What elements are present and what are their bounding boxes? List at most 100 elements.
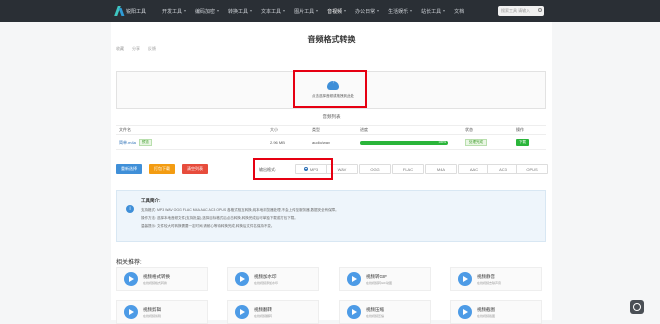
feedback-link[interactable]: 反馈 [148,46,156,52]
top-nav: 锐阳工具 开发工具 编码加密 转换工具 文本工具 图片工具 音视频 办公日常 生… [0,0,660,22]
file-name-cell: 简单.m4a 预览 [119,136,152,149]
recommend-desc: 在线视频转GIF动图 [366,281,392,285]
info-icon: i [126,205,134,213]
favorite-link[interactable]: 收藏 [116,46,124,52]
search-icon[interactable] [538,8,542,12]
logo-icon [116,5,124,17]
chevron-down-icon [410,10,413,12]
video-icon [235,305,249,319]
file-name: 简单.m4a [119,139,136,145]
nav-item-label: 文本工具 [261,8,282,15]
recommend-card[interactable]: 视频剪辑 在线视频剪辑 [116,300,208,324]
reselect-button[interactable]: 重新选择 [116,164,142,174]
col-header-type: 类型 [312,127,320,132]
nav-item-webmaster[interactable]: 站长工具 [421,8,446,15]
recommend-card[interactable]: 视频压缩 在线视频压缩 [339,300,431,324]
format-option-ac3[interactable]: AC3 [487,164,519,174]
file-type: audio/wav [312,140,331,145]
video-icon [458,272,472,286]
format-option-aac[interactable]: AAC [458,164,490,174]
highlight-box-upload [293,70,367,108]
page-meta: 收藏 分享 反馈 [116,46,164,52]
action-cell: 下载 [516,136,529,149]
progress-cell: 100% [360,136,448,149]
nav-item-label: 生活娱乐 [388,8,409,15]
nav-item-text[interactable]: 文本工具 [261,8,286,15]
video-icon [235,272,249,286]
progress-fill [360,140,448,145]
format-label: M4A [436,166,446,172]
download-button[interactable]: 下载 [516,139,529,146]
video-icon [347,272,361,286]
format-option-opus[interactable]: OPUS [516,164,548,174]
intro-line: 支持格式: MP3 WAV OGG FLAC M4A AAC AC3 OPUS … [141,208,339,212]
recommend-name: 视频转GIF [366,274,387,279]
col-header-size: 大小 [270,127,278,132]
status-cell: 处理完成 [465,136,487,149]
recommend-name: 视频截图 [477,307,495,312]
nav-item-label: 转换工具 [228,8,249,15]
recommend-desc: 在线视频剪辑 [143,314,162,318]
nav-item-encode[interactable]: 编码加密 [195,8,220,15]
col-header-progress: 进度 [360,127,368,132]
progress-bar: 100% [360,139,448,145]
nav-item-image[interactable]: 图片工具 [294,8,319,15]
nav-menu: 开发工具 编码加密 转换工具 文本工具 图片工具 音视频 办公日常 生活娱乐 站… [162,8,473,15]
recommend-name: 视频压缩 [366,307,384,312]
recommend-card[interactable]: 视频转GIF 在线视频转GIF动图 [339,267,431,291]
chevron-down-icon [443,10,446,12]
format-label: WAV [337,166,347,172]
col-header-name: 文件名 [119,127,131,132]
search-input[interactable]: 搜索工具 请输入 [498,6,544,16]
format-option-ogg[interactable]: OGG [359,164,391,174]
format-option-m4a[interactable]: M4A [425,164,457,174]
nav-item-label: 开发工具 [162,8,183,15]
recommend-title: 相关推荐: [116,260,142,266]
recommend-name: 视频静音 [477,274,495,279]
share-link[interactable]: 分享 [132,46,140,52]
recommend-card[interactable]: 视频静音 在线视频去除声音 [450,267,542,291]
recommend-card[interactable]: 视频格式转换 在线视频格式转换 [116,267,208,291]
tool-intro: i 工具简介: 支持格式: MP3 WAV OGG FLAC M4A AAC A… [116,190,546,242]
recommend-card[interactable]: 视频翻转 在线视频翻转 [227,300,319,324]
main-card: 音频格式转换 收藏 分享 反馈 点击选择音频或拖拽到此处 音频列表 文件名 大小… [111,22,552,324]
format-label: AAC [469,166,479,172]
file-table-header: 文件名 大小 类型 进度 状态 操作 [116,125,546,135]
nav-item-docs[interactable]: 文档 [454,8,464,15]
page-title: 音频格式转换 [307,35,356,44]
recommend-desc: 在线视频压缩 [366,314,385,318]
recommend-desc: 在线视频翻转 [254,314,273,318]
intro-line: 操作方法: 选择本地音频文件(支持批量),选择目标格式后点击转换,转换完成后可单… [141,216,298,220]
col-header-status: 状态 [465,127,473,132]
progress-text: 100% [438,139,446,144]
nav-item-convert[interactable]: 转换工具 [228,8,253,15]
format-label: FLAC [402,166,414,172]
chevron-down-icon [283,10,286,12]
pack-download-button[interactable]: 打包下载 [149,164,175,174]
site-logo[interactable]: 锐阳工具 [116,5,156,17]
recommend-card[interactable]: 视频截图 在线视频截图 [450,300,542,324]
video-icon [124,272,138,286]
recommend-desc: 在线视频添加水印 [254,281,279,285]
clear-list-button[interactable]: 清空列表 [182,164,208,174]
video-icon [458,305,472,319]
nav-item-life[interactable]: 生活娱乐 [388,8,413,15]
format-label: OPUS [526,166,538,172]
format-option-flac[interactable]: FLAC [392,164,424,174]
format-label: OGG [370,166,380,172]
intro-title: 工具简介: [141,198,161,203]
file-size: 2.96 MB [270,140,285,145]
status-badge: 处理完成 [465,139,487,146]
chevron-down-icon [316,10,319,12]
recommend-name: 视频翻转 [254,307,272,312]
recommend-desc: 在线视频格式转换 [143,281,168,285]
search-placeholder: 搜索工具 请输入 [501,8,531,13]
nav-item-media[interactable]: 音视频 [327,8,347,15]
video-icon [124,305,138,319]
recommend-card[interactable]: 视频加水印 在线视频添加水印 [227,267,319,291]
chat-icon[interactable] [630,300,644,314]
nav-item-label: 站长工具 [421,8,442,15]
nav-item-office[interactable]: 办公日常 [355,8,380,15]
nav-item-dev[interactable]: 开发工具 [162,8,187,15]
preview-button[interactable]: 预览 [138,139,152,146]
